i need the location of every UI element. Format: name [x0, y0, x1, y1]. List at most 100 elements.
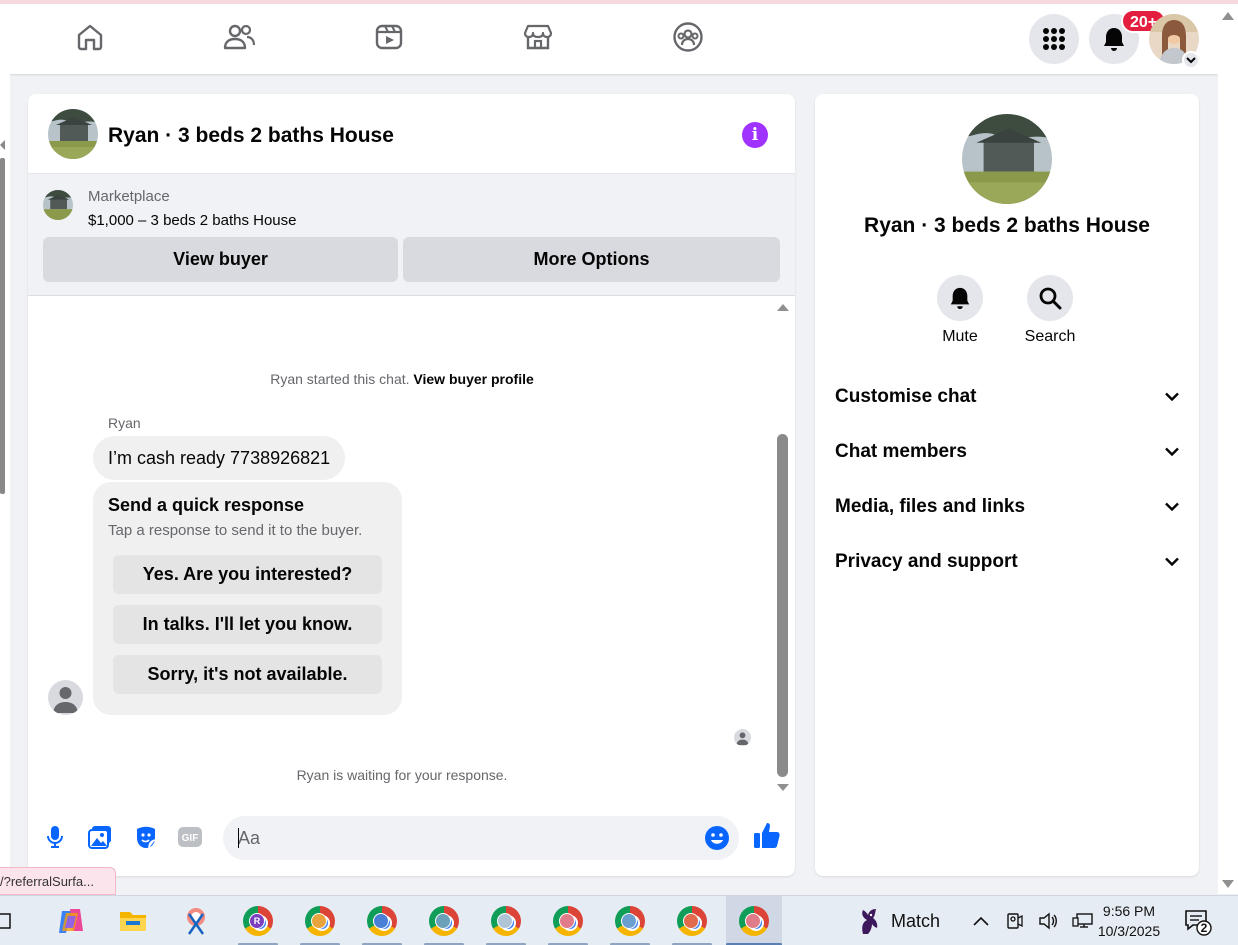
sports-widget[interactable]: Match: [855, 896, 940, 945]
message-bubble[interactable]: I’m cash ready 7738926821: [93, 436, 346, 480]
message-thread: Ryan started this chat. View buyer profi…: [28, 297, 795, 807]
profile-badge: [621, 913, 637, 929]
media-files-links-section[interactable]: Media, files and links: [815, 479, 1199, 534]
camera-icon[interactable]: [1004, 912, 1024, 930]
listing-title[interactable]: $1,000 – 3 beds 2 baths House: [88, 212, 297, 229]
message-input[interactable]: [238, 816, 688, 860]
windows-taskbar: R Match 9:56 PM 10/3/2025 2: [0, 895, 1238, 945]
chrome-profile-2[interactable]: [292, 896, 348, 945]
house-thumbnail[interactable]: [48, 109, 98, 159]
thumbs-up-icon[interactable]: [752, 820, 782, 850]
profile-badge: [559, 913, 575, 929]
waiting-notice: Ryan is waiting for your response.: [296, 767, 508, 783]
chat-scrollbar[interactable]: [774, 304, 790, 794]
premier-league-lion-icon: [862, 909, 878, 934]
copilot-icon[interactable]: [43, 896, 99, 945]
file-explorer-icon[interactable]: [105, 896, 161, 945]
task-view-icon[interactable]: [0, 896, 22, 945]
status-url-tooltip: /?referralSurfa...: [0, 867, 116, 895]
section-label: Chat members: [835, 440, 967, 462]
chrome-profile-9-active[interactable]: [726, 896, 782, 945]
chat-scrollbar-thumb[interactable]: [777, 434, 788, 777]
chevron-down-icon: [1186, 57, 1196, 64]
info-button[interactable]: i: [742, 122, 768, 148]
mute-action[interactable]: Mute: [915, 275, 1005, 346]
friends-icon[interactable]: [222, 20, 256, 54]
quick-response-in-talks-button[interactable]: In talks. I'll let you know.: [113, 605, 382, 644]
mute-button[interactable]: [937, 275, 983, 321]
sidebar-scroll-arrow-icon[interactable]: [0, 140, 5, 150]
chat-profile-photo[interactable]: [962, 114, 1052, 204]
scroll-up-arrow-icon[interactable]: [1222, 12, 1234, 20]
seen-indicator-avatar: [734, 729, 751, 746]
sender-name: Ryan: [108, 415, 141, 431]
grid-menu-icon: [1043, 28, 1065, 50]
search-action[interactable]: Search: [1005, 275, 1095, 346]
chrome-profile-6[interactable]: [540, 896, 596, 945]
emoji-icon[interactable]: [704, 825, 730, 851]
quick-response-card: Send a quick response Tap a response to …: [93, 482, 402, 715]
profile-badge: R: [249, 913, 265, 929]
scroll-down-arrow-icon[interactable]: [777, 784, 789, 791]
microphone-icon[interactable]: [42, 824, 68, 850]
view-buyer-button[interactable]: View buyer: [43, 237, 398, 282]
sender-avatar[interactable]: [48, 680, 83, 715]
search-button[interactable]: [1027, 275, 1073, 321]
quick-response-title: Send a quick response: [108, 495, 305, 515]
profile-badge: [435, 913, 451, 929]
sticker-icon[interactable]: [133, 824, 159, 850]
chevron-down-icon: [1165, 392, 1179, 401]
marketplace-icon[interactable]: [521, 20, 555, 54]
info-icon: i: [751, 125, 759, 145]
quick-response-yes-button[interactable]: Yes. Are you interested?: [113, 555, 382, 594]
photo-icon[interactable]: [87, 824, 113, 850]
scroll-up-arrow-icon[interactable]: [777, 304, 789, 311]
chrome-profile-4[interactable]: [416, 896, 472, 945]
section-label: Media, files and links: [835, 495, 1026, 517]
chat-started-notice: Ryan started this chat. View buyer profi…: [28, 371, 776, 387]
more-options-button[interactable]: More Options: [403, 237, 780, 282]
chrome-profile-7[interactable]: [602, 896, 658, 945]
chat-window: Ryan · 3 beds 2 baths House i Marketplac…: [28, 94, 795, 876]
search-label: Search: [1024, 328, 1076, 345]
clock-date: 10/3/2025: [1097, 923, 1161, 939]
mute-label: Mute: [942, 328, 978, 345]
video-icon[interactable]: [372, 20, 406, 54]
marketplace-label: Marketplace: [88, 188, 170, 205]
gif-icon[interactable]: GIF: [177, 824, 203, 850]
top-navigation-bar: 20+: [0, 4, 1218, 74]
chrome-profile-8[interactable]: [664, 896, 720, 945]
search-icon: [1039, 287, 1062, 310]
groups-icon[interactable]: [671, 20, 705, 54]
notification-center-button[interactable]: 2: [1184, 908, 1212, 936]
chevron-up-icon[interactable]: [972, 915, 990, 927]
view-buyer-profile-link[interactable]: View buyer profile: [413, 371, 533, 387]
left-sidebar-scrollbar[interactable]: [0, 158, 5, 494]
home-icon[interactable]: [73, 20, 107, 54]
system-tray: [972, 896, 1094, 945]
chevron-down-icon: [1165, 502, 1179, 511]
listing-thumbnail[interactable]: [43, 190, 73, 220]
chrome-profile-5[interactable]: [478, 896, 534, 945]
account-menu-button[interactable]: [1182, 51, 1200, 69]
customise-chat-section[interactable]: Customise chat: [815, 369, 1199, 424]
chrome-profile-1[interactable]: R: [230, 896, 286, 945]
bell-icon: [1104, 28, 1124, 51]
profile-badge: [311, 913, 327, 929]
message-input-wrapper: [223, 816, 739, 860]
scroll-down-arrow-icon[interactable]: [1222, 880, 1234, 888]
chrome-profile-3[interactable]: [354, 896, 410, 945]
grid-menu-button[interactable]: [1029, 14, 1079, 64]
chat-members-section[interactable]: Chat members: [815, 424, 1199, 479]
profile-badge: [373, 913, 389, 929]
quick-response-not-available-button[interactable]: Sorry, it's not available.: [113, 655, 382, 694]
volume-icon[interactable]: [1038, 912, 1058, 930]
snipping-tool-icon[interactable]: [168, 896, 224, 945]
quick-response-subtitle: Tap a response to send it to the buyer.: [108, 522, 363, 539]
notification-count: 2: [1200, 921, 1208, 935]
system-clock[interactable]: 9:56 PM 10/3/2025: [1088, 901, 1170, 941]
privacy-support-section[interactable]: Privacy and support: [815, 534, 1199, 589]
chat-started-text: Ryan started this chat.: [270, 371, 410, 387]
page-scrollbar[interactable]: [1218, 4, 1238, 894]
chevron-down-icon: [1165, 557, 1179, 566]
